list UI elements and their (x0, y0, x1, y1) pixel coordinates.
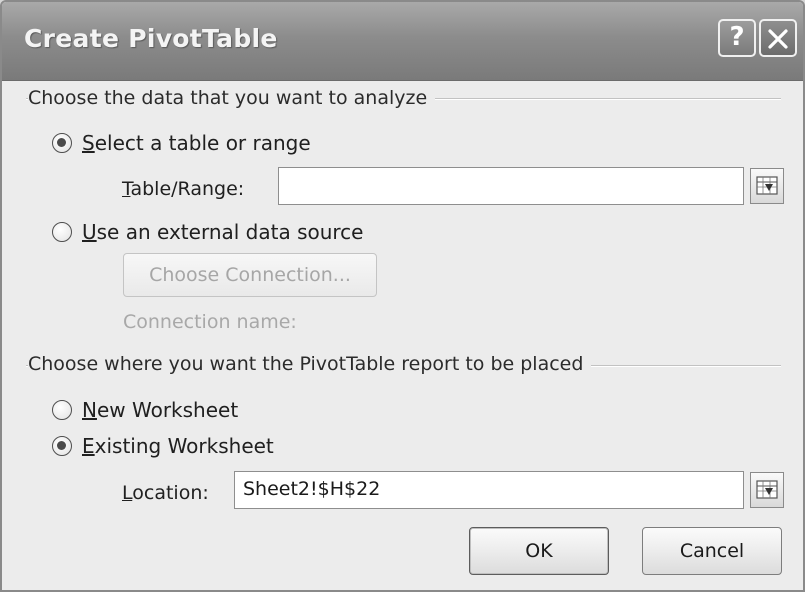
ok-button[interactable]: OK (469, 527, 609, 575)
table-range-input[interactable] (278, 167, 744, 205)
table-range-picker-button[interactable] (750, 168, 784, 204)
choose-connection-button[interactable]: Choose Connection... (123, 253, 377, 297)
new-worksheet-radio[interactable] (52, 400, 72, 420)
new-worksheet-radio-option[interactable]: New Worksheet (52, 398, 238, 422)
location-picker-button[interactable] (750, 472, 784, 508)
range-collapse-icon (756, 176, 778, 195)
existing-worksheet-label: Existing Worksheet (82, 434, 274, 458)
new-worksheet-label: New Worksheet (82, 398, 239, 422)
location-input[interactable]: Sheet2!$H$22 (234, 471, 744, 509)
select-table-radio[interactable] (52, 133, 72, 153)
title-bar[interactable]: Create PivotTable ? (2, 2, 803, 81)
window-title: Create PivotTable (24, 24, 278, 53)
close-button[interactable] (759, 19, 797, 57)
select-table-label: Select a table or range (82, 131, 311, 155)
existing-worksheet-radio[interactable] (52, 436, 72, 456)
external-source-radio[interactable] (52, 222, 72, 242)
help-button[interactable]: ? (718, 19, 756, 57)
existing-worksheet-radio-option[interactable]: Existing Worksheet (52, 434, 274, 458)
dialog-body: Choose the data that you want to analyze… (2, 81, 803, 590)
table-range-label: Table/Range: (122, 178, 245, 200)
placement-group-label: Choose where you want the PivotTable rep… (28, 353, 592, 375)
close-icon (768, 29, 788, 49)
range-collapse-icon (756, 480, 778, 499)
create-pivottable-dialog: Create PivotTable ? Choose the data that… (0, 0, 805, 592)
radio-selected-dot (57, 138, 66, 147)
cancel-button[interactable]: Cancel (642, 527, 782, 575)
external-source-radio-option[interactable]: Use an external data source (52, 220, 364, 244)
data-source-group-label: Choose the data that you want to analyze (28, 87, 436, 109)
location-label: Location: (122, 482, 209, 504)
select-table-radio-option[interactable]: Select a table or range (52, 131, 311, 155)
radio-selected-dot (57, 441, 66, 450)
connection-name-label: Connection name: (123, 311, 297, 333)
question-mark-icon: ? (729, 22, 745, 52)
external-source-label: Use an external data source (82, 220, 364, 244)
